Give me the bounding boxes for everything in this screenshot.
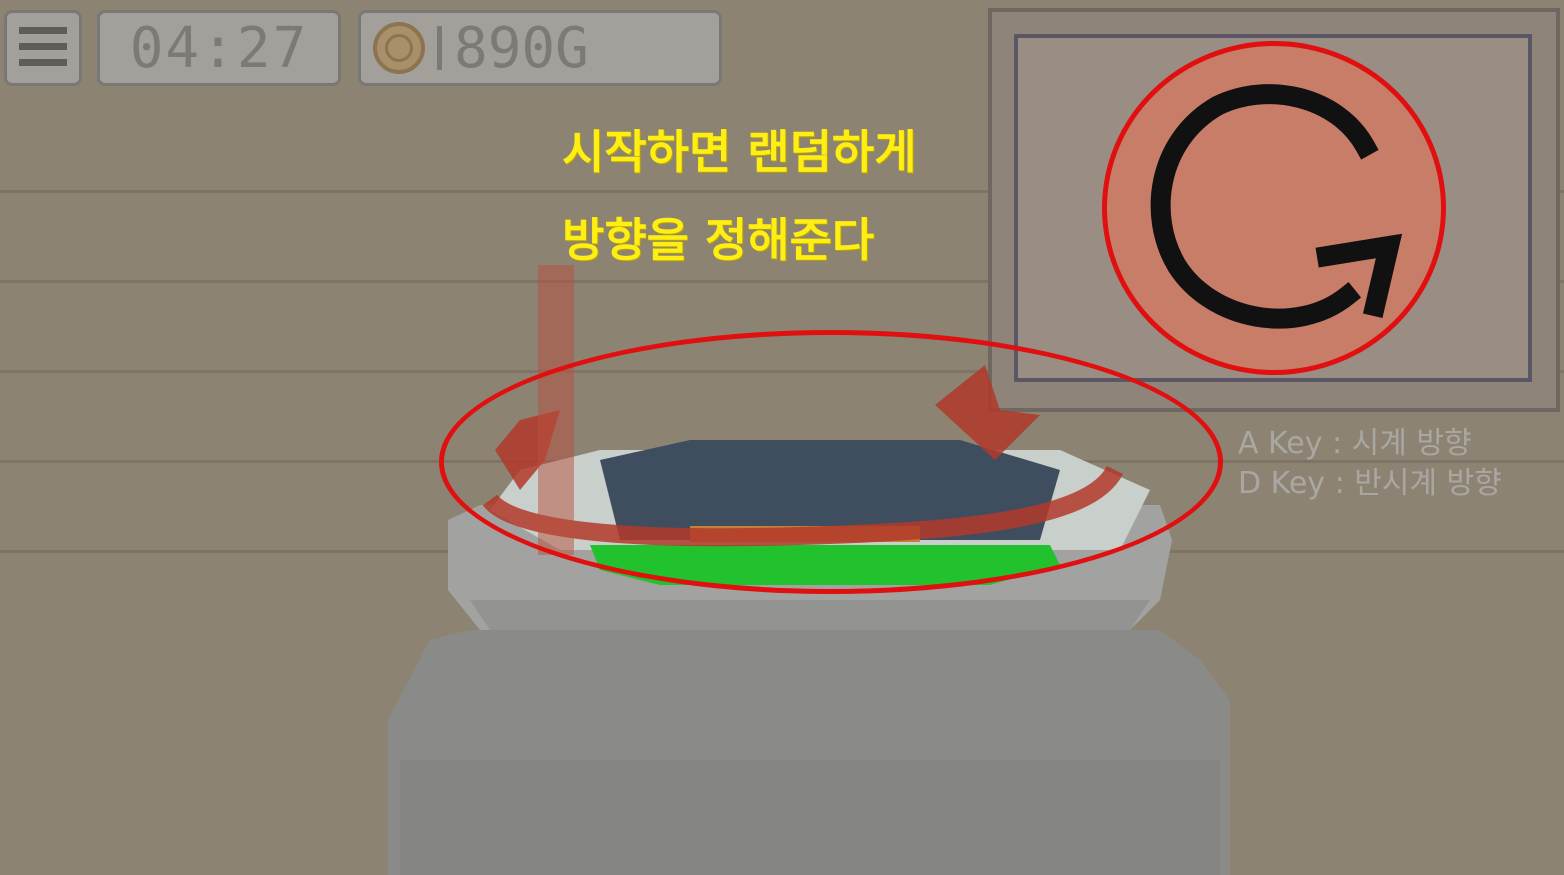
clockwise-arrow-icon <box>1150 84 1403 329</box>
key-help: A Key : 시계 방향 D Key : 반시계 방향 <box>1238 424 1502 504</box>
d-key-help: D Key : 반시계 방향 <box>1238 466 1502 501</box>
jar-neck-band <box>470 600 1150 630</box>
a-key-help: A Key : 시계 방향 <box>1238 426 1472 461</box>
jar-body-shade <box>400 760 1220 875</box>
direction-indicator <box>1102 41 1446 375</box>
direction-highlight-ellipse <box>439 330 1223 594</box>
